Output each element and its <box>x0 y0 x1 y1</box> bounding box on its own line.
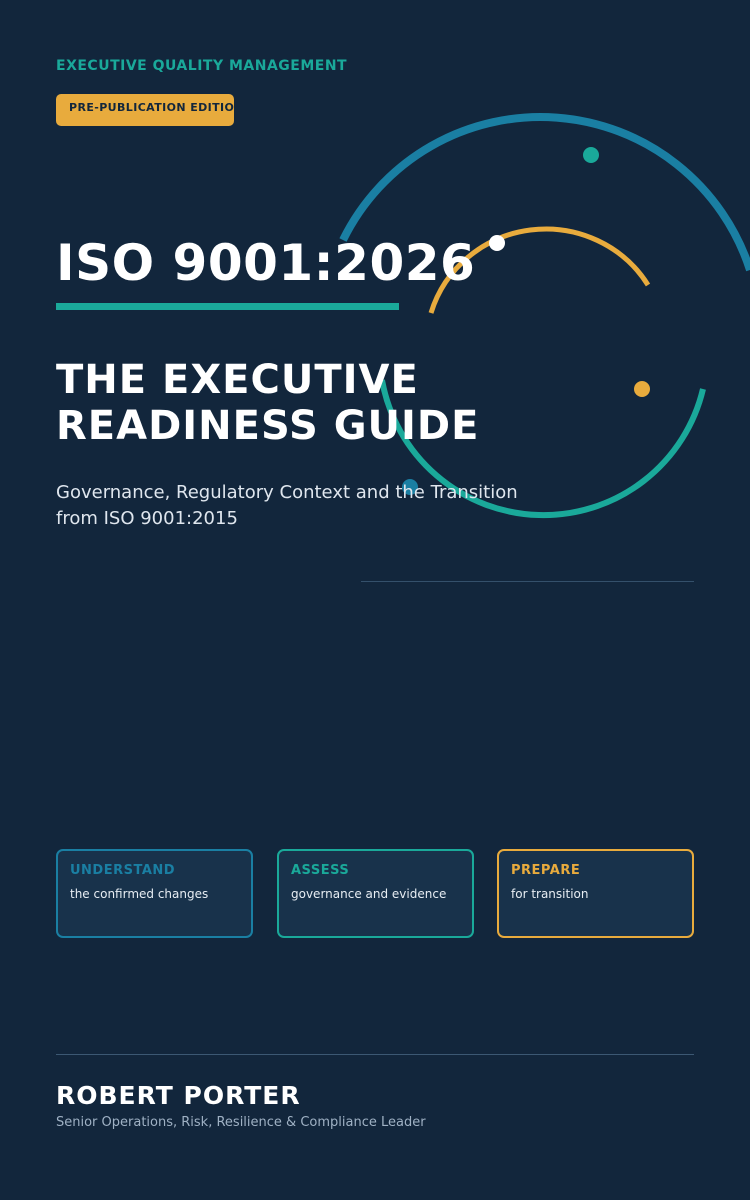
author-role: Senior Operations, Risk, Resilience & Co… <box>56 1115 426 1130</box>
tagline-line-2: from ISO 9001:2015 <box>56 508 238 529</box>
pillar-assess-heading: ASSESS <box>291 863 350 878</box>
pillar-prepare-text: for transition <box>511 887 589 901</box>
subtitle-line-2: READINESS GUIDE <box>56 403 480 449</box>
decorative-rings-graphic <box>339 113 750 519</box>
book-tagline: Governance, Regulatory Context and the T… <box>56 480 518 532</box>
series-kicker: EXECUTIVE QUALITY MANAGEMENT <box>56 58 348 74</box>
book-subtitle: THE EXECUTIVE READINESS GUIDE <box>56 357 479 449</box>
tagline-line-1: Governance, Regulatory Context and the T… <box>56 482 518 503</box>
pillar-assess: ASSESS governance and evidence <box>277 849 474 938</box>
divider-line <box>361 581 694 582</box>
pillar-understand-heading: UNDERSTAND <box>70 863 176 878</box>
pillar-understand: UNDERSTAND the confirmed changes <box>56 849 253 938</box>
pillar-prepare-heading: PREPARE <box>511 863 581 878</box>
title-underline <box>56 303 399 310</box>
teal-dot <box>583 147 599 163</box>
author-name: ROBERT PORTER <box>56 1081 301 1110</box>
subtitle-line-1: THE EXECUTIVE <box>56 357 419 403</box>
pillar-assess-text: governance and evidence <box>291 887 447 901</box>
author-divider <box>56 1054 694 1055</box>
pillar-prepare: PREPARE for transition <box>497 849 694 938</box>
book-cover: EXECUTIVE QUALITY MANAGEMENT PRE-PUBLICA… <box>0 0 750 1200</box>
amber-dot <box>634 381 650 397</box>
book-title: ISO 9001:2026 <box>56 234 476 292</box>
pillar-understand-text: the confirmed changes <box>70 887 209 901</box>
edition-badge: PRE-PUBLICATION EDITION <box>56 94 234 126</box>
white-dot <box>489 235 505 251</box>
